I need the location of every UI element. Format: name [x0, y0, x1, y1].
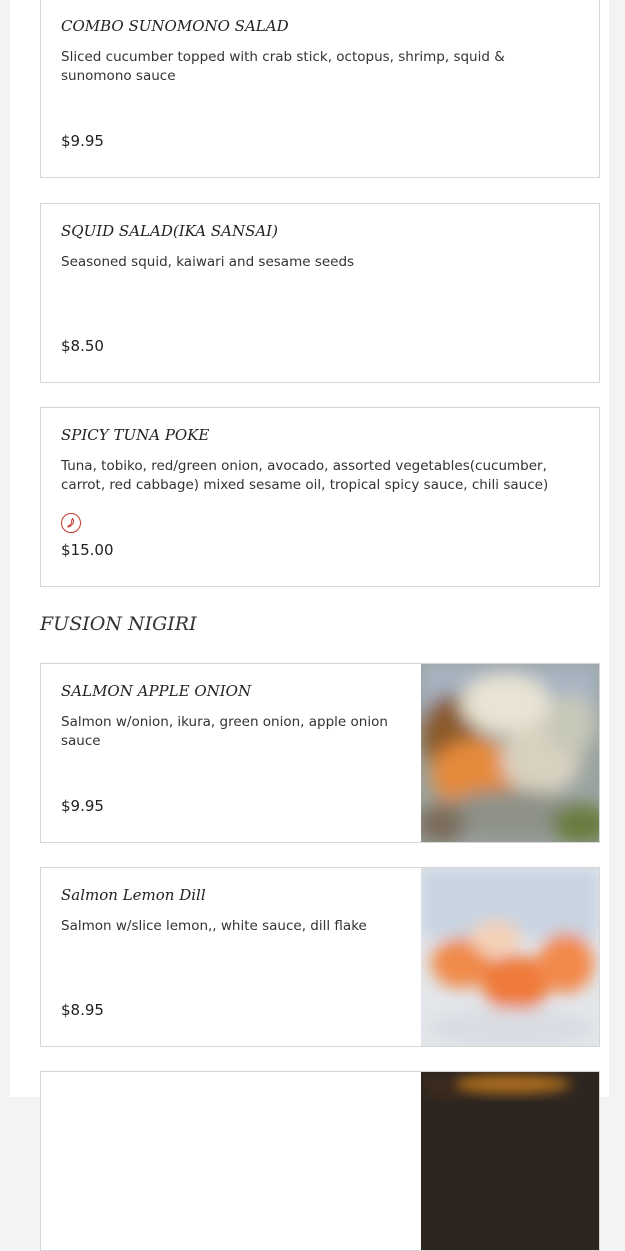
- item-title: COMBO SUNOMONO SALAD: [61, 17, 289, 35]
- item-title: SPICY TUNA POKE: [61, 426, 210, 444]
- item-price: $9.95: [61, 132, 104, 150]
- item-price: $9.95: [61, 797, 104, 815]
- menu-page: COMBO SUNOMONO SALAD Sliced cucumber top…: [10, 0, 609, 1251]
- item-description: Sliced cucumber topped with crab stick, …: [61, 49, 505, 84]
- section-title: FUSION NIGIRI: [40, 613, 197, 635]
- menu-item-card[interactable]: SQUID SALAD(IKA SANSAI) Seasoned squid, …: [40, 203, 600, 383]
- item-price: $8.95: [61, 1001, 104, 1019]
- item-title: Salmon Lemon Dill: [61, 886, 206, 904]
- item-price: $8.50: [61, 337, 104, 355]
- menu-item-card[interactable]: SALMON APPLE ONION Salmon w/onion, ikura…: [40, 663, 600, 843]
- item-description: Salmon w/slice lemon,, white sauce, dill…: [61, 918, 367, 934]
- item-description: Seasoned squid, kaiwari and sesame seeds: [61, 254, 355, 270]
- item-title: SALMON APPLE ONION: [61, 682, 252, 700]
- item-description: Salmon w/onion, ikura, green onion, appl…: [61, 714, 388, 749]
- item-description: Tuna, tobiko, red/green onion, avocado, …: [61, 458, 549, 493]
- menu-item-card[interactable]: Salmon Lemon Dill Salmon w/slice lemon,,…: [40, 867, 600, 1047]
- item-photo[interactable]: [421, 664, 599, 842]
- menu-item-card[interactable]: SPICY TUNA POKE Tuna, tobiko, red/green …: [40, 407, 600, 587]
- menu-item-card[interactable]: [40, 1071, 600, 1251]
- item-title: SQUID SALAD(IKA SANSAI): [61, 222, 278, 240]
- item-photo[interactable]: [421, 1072, 599, 1250]
- spicy-pepper-icon: [61, 513, 81, 533]
- item-photo[interactable]: [421, 868, 599, 1046]
- item-price: $15.00: [61, 541, 114, 559]
- menu-item-card[interactable]: COMBO SUNOMONO SALAD Sliced cucumber top…: [40, 0, 600, 178]
